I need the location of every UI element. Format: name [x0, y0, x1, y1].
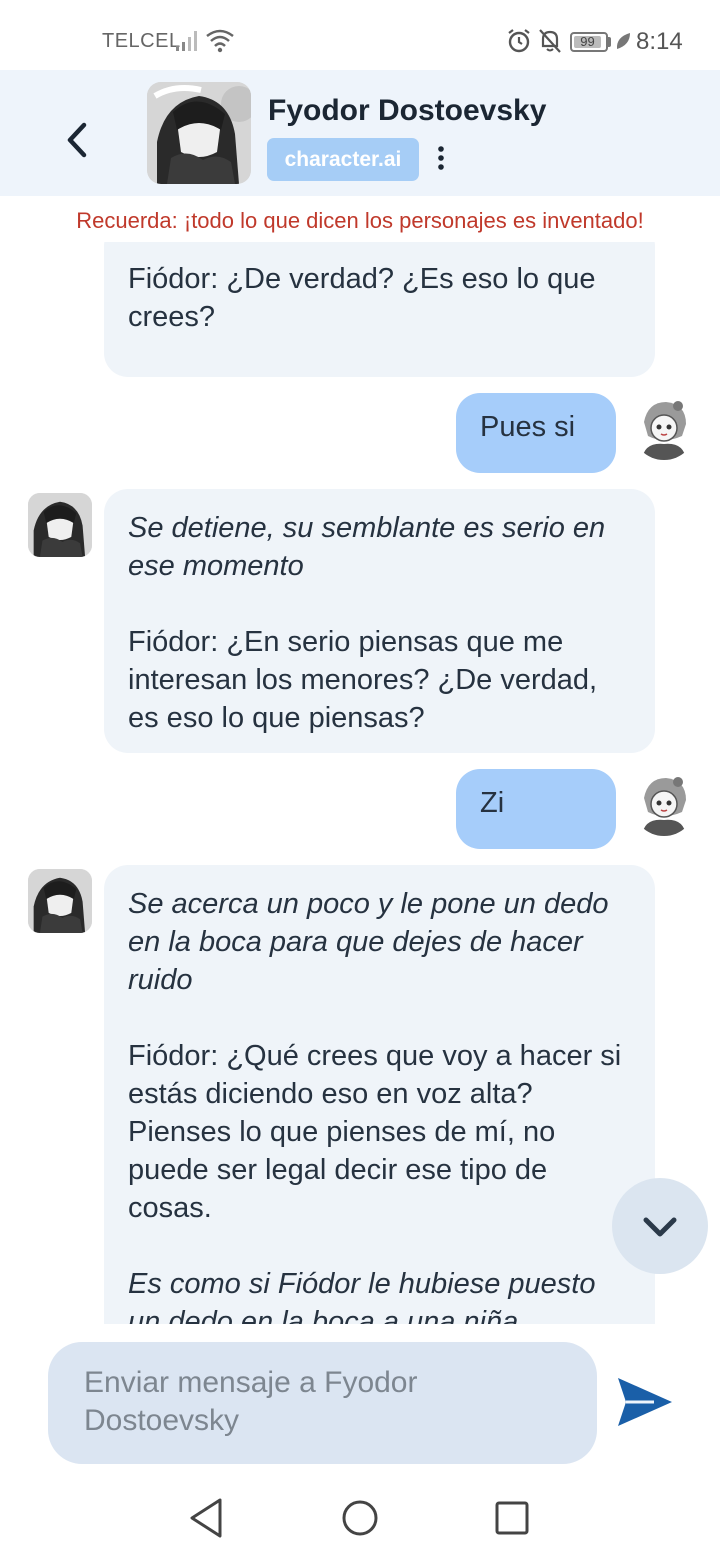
bot-avatar[interactable]: [28, 493, 92, 557]
user-message: Zi: [456, 769, 616, 849]
chat-header: Fyodor Dostoevsky character.ai: [0, 70, 720, 196]
clock: 8:14: [636, 28, 683, 55]
bot-message: Se acerca un poco y le pone un dedo en l…: [104, 865, 655, 1324]
message-text: Fiódor: ¿De verdad? ¿Es eso lo que crees…: [128, 263, 596, 333]
chevron-down-icon: [643, 1217, 677, 1237]
character-ai-badge: character.ai: [267, 138, 419, 181]
message-input-placeholder: Enviar mensaje a Fyodor Dostoevsky: [84, 1366, 418, 1437]
message-text: Fiódor: ¿En serio piensas que me interes…: [128, 626, 598, 734]
user-avatar[interactable]: [632, 396, 696, 460]
bot-message: Se detiene, su semblante es serio en ese…: [104, 489, 655, 753]
message-action-text: Se acerca un poco y le pone un dedo en l…: [128, 888, 609, 996]
mute-bell-icon: [539, 29, 561, 53]
message-text: Fiódor: ¿Qué crees que voy a hacer si es…: [128, 1040, 622, 1224]
alarm-icon: [508, 29, 530, 53]
leaf-icon: [616, 33, 630, 49]
nav-recents-icon[interactable]: [494, 1500, 530, 1536]
scroll-down-button[interactable]: [612, 1178, 708, 1274]
message-input[interactable]: Enviar mensaje a Fyodor Dostoevsky: [48, 1342, 597, 1464]
character-avatar[interactable]: [147, 82, 251, 184]
chevron-left-icon[interactable]: [60, 120, 94, 160]
status-bar: TELCEL 99 8:14: [0, 0, 720, 70]
kebab-menu-icon[interactable]: [434, 144, 448, 174]
user-message: Pues si: [456, 393, 616, 473]
system-navigation-bar: [0, 1478, 720, 1560]
send-icon[interactable]: [614, 1374, 676, 1430]
user-avatar[interactable]: [632, 772, 696, 836]
disclaimer-text: Recuerda: ¡todo lo que dicen los persona…: [76, 208, 644, 233]
nav-back-icon[interactable]: [186, 1496, 226, 1540]
message-text: Pues si: [480, 411, 576, 443]
wifi-icon: [206, 29, 234, 53]
message-text: Zi: [480, 787, 505, 819]
message-action-text: Es como si Fiódor le hubiese puesto un d…: [128, 1268, 596, 1324]
signal-icon: [176, 31, 197, 51]
character-name: Fyodor Dostoevsky: [268, 94, 547, 127]
bot-message: Fiódor: ¿De verdad? ¿Es eso lo que crees…: [104, 242, 655, 377]
message-list[interactable]: Fiódor: ¿De verdad? ¿Es eso lo que crees…: [0, 242, 720, 1324]
battery-level: 99: [580, 34, 595, 49]
carrier-label: TELCEL: [102, 30, 181, 52]
bot-avatar[interactable]: [28, 869, 92, 933]
message-action-text: Se detiene, su semblante es serio en ese…: [128, 512, 606, 582]
battery-icon: 99: [570, 32, 608, 52]
nav-home-icon[interactable]: [340, 1498, 380, 1538]
battery-tip: [608, 37, 611, 47]
